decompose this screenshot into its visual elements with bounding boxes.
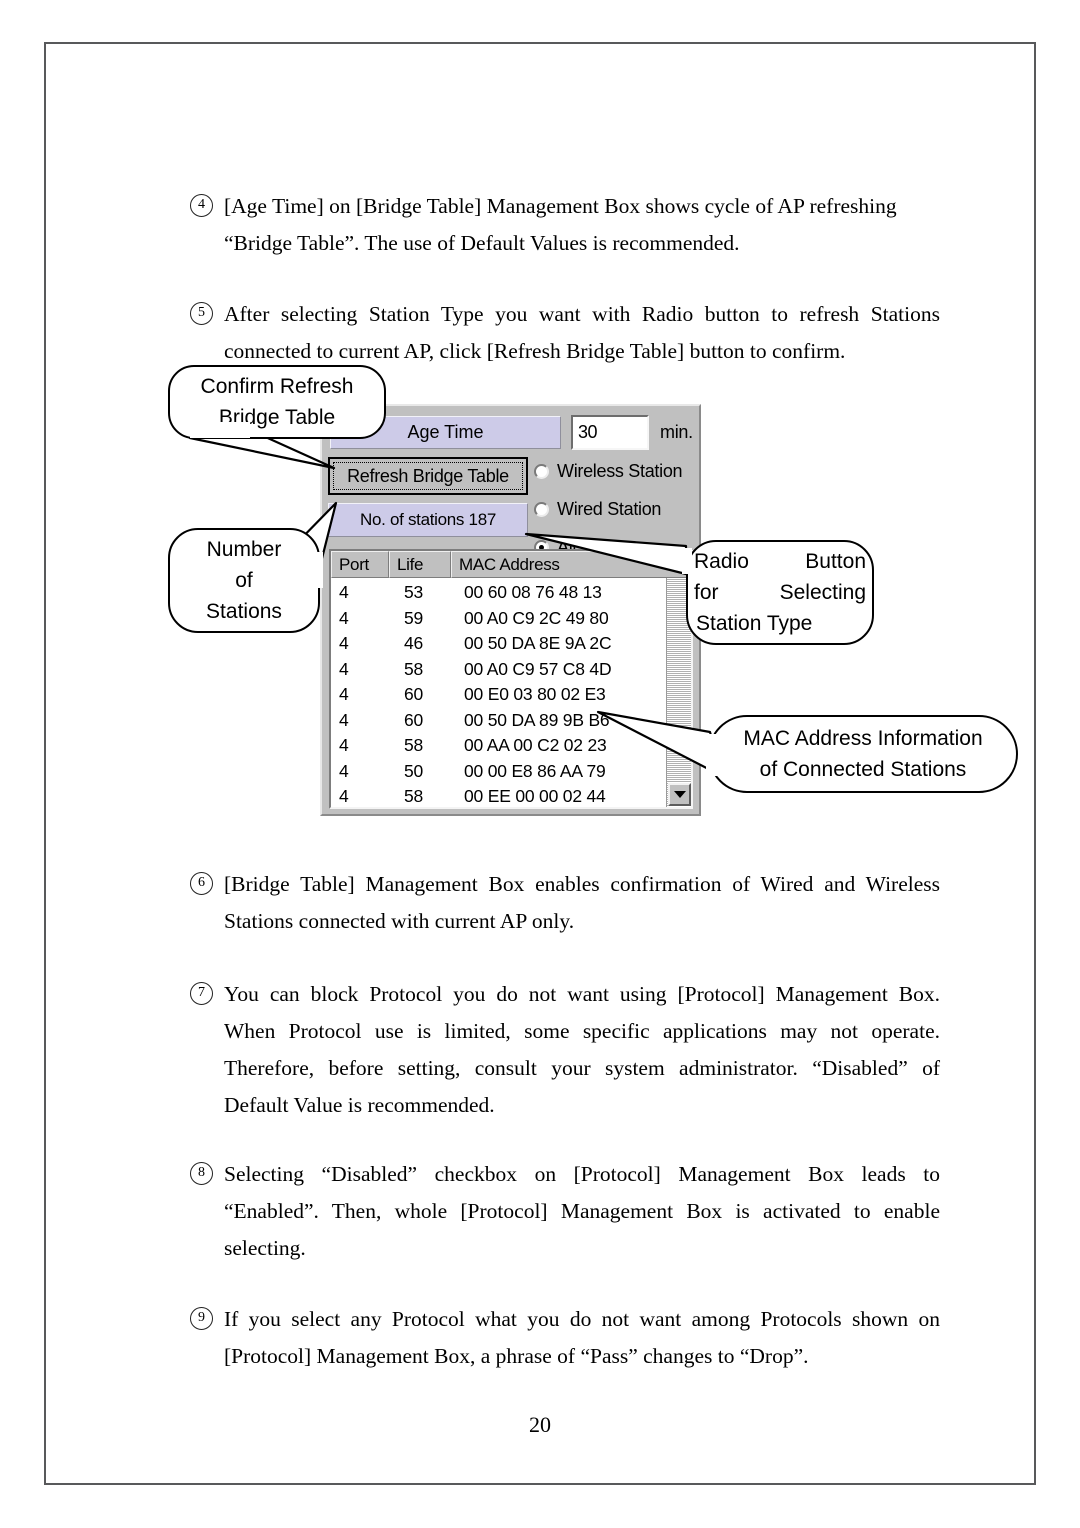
cell-port: 4 bbox=[339, 786, 349, 807]
cell-port: 4 bbox=[339, 709, 349, 730]
refresh-bridge-table-button-label: Refresh Bridge Table bbox=[347, 465, 509, 486]
cell-port: 4 bbox=[339, 658, 349, 679]
radio-wireless-station-label: Wireless Station bbox=[557, 461, 683, 481]
bridge-table-dialog: Age Time 30 min. Refresh Bridge Table No… bbox=[320, 404, 701, 816]
callout-line: Confirm Refresh bbox=[200, 375, 354, 398]
cell-mac-address: 00 50 DA 8E 9A 2C bbox=[464, 633, 612, 654]
cell-life: 60 bbox=[404, 684, 424, 705]
cell-mac-address: 00 00 E8 86 AA 79 bbox=[464, 760, 606, 781]
paragraph-5: 5 After selecting Station Type you want … bbox=[190, 296, 940, 370]
callout-line: Stations bbox=[206, 600, 282, 623]
callout-line: MAC Address Information bbox=[743, 727, 983, 750]
paragraph-7-marker: 7 bbox=[190, 976, 224, 1013]
cell-port: 4 bbox=[339, 582, 349, 603]
callout-line: for Selecting bbox=[688, 577, 872, 608]
paragraph-4-text: [Age Time] on [Bridge Table] Management … bbox=[224, 194, 897, 255]
cell-mac-address: 00 E0 03 80 02 E3 bbox=[464, 684, 606, 705]
tail-join-mask bbox=[706, 734, 720, 776]
paragraph-5-marker: 5 bbox=[190, 296, 224, 333]
callout-line: of bbox=[235, 569, 253, 592]
tail-join-mask bbox=[190, 422, 250, 438]
callout-line: of Connected Stations bbox=[759, 758, 967, 781]
callout-line: Number bbox=[206, 538, 282, 561]
radio-circle-icon bbox=[534, 502, 549, 517]
age-time-value: 30 bbox=[578, 422, 598, 442]
age-time-unit-label: min. bbox=[660, 422, 693, 442]
paragraph-6: 6 [Bridge Table] Management Box enables … bbox=[190, 866, 940, 940]
cell-life: 58 bbox=[404, 786, 424, 807]
paragraph-9: 9 If you select any Protocol what you do… bbox=[190, 1301, 940, 1375]
bridge-table-list[interactable]: Port Life MAC Address 4 53 00 60 08 76 4… bbox=[329, 549, 693, 809]
cell-port: 4 bbox=[339, 760, 349, 781]
callout-line: Station Type bbox=[696, 612, 813, 635]
paragraph-8-text: Selecting “Disabled” checkbox on [Protoc… bbox=[224, 1162, 940, 1260]
callout-line: Radio Button bbox=[688, 546, 872, 577]
cell-life: 50 bbox=[404, 760, 424, 781]
cell-mac-address: 00 A0 C9 57 C8 4D bbox=[464, 658, 612, 679]
table-row[interactable]: 4 58 00 AA 00 C2 02 23 bbox=[331, 733, 691, 759]
cell-life: 53 bbox=[404, 582, 424, 603]
stations-count-label: No. of stations 187 bbox=[328, 503, 528, 537]
radio-wired-station[interactable]: Wired Station bbox=[534, 499, 661, 520]
cell-mac-address: 00 A0 C9 2C 49 80 bbox=[464, 607, 609, 628]
tail-join-mask bbox=[682, 548, 692, 574]
table-row[interactable]: 4 46 00 50 DA 8E 9A 2C bbox=[331, 631, 691, 657]
cell-life: 58 bbox=[404, 658, 424, 679]
radio-circle-icon bbox=[534, 464, 549, 479]
table-row[interactable]: 4 50 00 00 E8 86 AA 79 bbox=[331, 759, 691, 785]
cell-port: 4 bbox=[339, 684, 349, 705]
cell-life: 58 bbox=[404, 735, 424, 756]
column-header-port[interactable]: Port bbox=[331, 551, 389, 578]
table-row[interactable]: 4 60 00 E0 03 80 02 E3 bbox=[331, 682, 691, 708]
refresh-bridge-table-button[interactable]: Refresh Bridge Table bbox=[328, 457, 528, 495]
bridge-table-figure: Age Time 30 min. Refresh Bridge Table No… bbox=[130, 360, 1020, 825]
paragraph-6-marker: 6 bbox=[190, 866, 224, 903]
cell-port: 4 bbox=[339, 607, 349, 628]
paragraph-4: 4 [Age Time] on [Bridge Table] Managemen… bbox=[190, 188, 940, 262]
table-body: 4 53 00 60 08 76 48 13 4 59 00 A0 C9 2C … bbox=[331, 578, 691, 807]
cell-life: 46 bbox=[404, 633, 424, 654]
table-row[interactable]: 4 58 00 EE 00 00 02 44 bbox=[331, 784, 691, 807]
cell-port: 4 bbox=[339, 633, 349, 654]
tail-join-mask bbox=[293, 552, 323, 588]
callout-word: for bbox=[694, 581, 719, 604]
paragraph-6-text: [Bridge Table] Management Box enables co… bbox=[224, 872, 940, 933]
table-header-row: Port Life MAC Address bbox=[331, 551, 691, 578]
table-row[interactable]: 4 60 00 50 DA 89 9B B6 bbox=[331, 708, 691, 734]
table-row[interactable]: 4 53 00 60 08 76 48 13 bbox=[331, 580, 691, 606]
callout-radio-button: Radio Button for Selecting Station Type bbox=[686, 540, 874, 645]
cell-mac-address: 00 EE 00 00 02 44 bbox=[464, 786, 606, 807]
table-row[interactable]: 4 58 00 A0 C9 57 C8 4D bbox=[331, 657, 691, 683]
paragraph-7-text: You can block Protocol you do not want u… bbox=[224, 982, 940, 1117]
table-row[interactable]: 4 59 00 A0 C9 2C 49 80 bbox=[331, 606, 691, 632]
callout-word: Selecting bbox=[779, 581, 866, 604]
radio-wired-station-label: Wired Station bbox=[557, 499, 662, 519]
paragraph-4-marker: 4 bbox=[190, 188, 224, 225]
page-number: 20 bbox=[529, 1412, 551, 1437]
column-header-mac-address[interactable]: MAC Address bbox=[451, 551, 691, 578]
paragraph-8-marker: 8 bbox=[190, 1156, 224, 1193]
cell-mac-address: 00 AA 00 C2 02 23 bbox=[464, 735, 607, 756]
paragraph-7: 7 You can block Protocol you do not want… bbox=[190, 976, 940, 1124]
callout-mac-address-info: MAC Address Information of Connected Sta… bbox=[708, 715, 1018, 793]
chevron-down-icon bbox=[673, 791, 686, 798]
cell-mac-address: 00 60 08 76 48 13 bbox=[464, 582, 602, 603]
cell-port: 4 bbox=[339, 735, 349, 756]
cell-mac-address: 00 50 DA 89 9B B6 bbox=[464, 709, 610, 730]
scroll-down-button[interactable] bbox=[668, 783, 691, 806]
paragraph-8: 8 Selecting “Disabled” checkbox on [Prot… bbox=[190, 1156, 940, 1267]
column-header-life[interactable]: Life bbox=[389, 551, 451, 578]
paragraph-9-text: If you select any Protocol what you do n… bbox=[224, 1307, 940, 1368]
callout-word: Button bbox=[805, 550, 866, 573]
paragraph-5-text: After selecting Station Type you want wi… bbox=[224, 302, 940, 363]
cell-life: 59 bbox=[404, 607, 424, 628]
radio-wireless-station[interactable]: Wireless Station bbox=[534, 461, 683, 482]
paragraph-9-marker: 9 bbox=[190, 1301, 224, 1338]
callout-word: Radio bbox=[694, 550, 749, 573]
age-time-input[interactable]: 30 bbox=[571, 415, 649, 450]
cell-life: 60 bbox=[404, 709, 424, 730]
